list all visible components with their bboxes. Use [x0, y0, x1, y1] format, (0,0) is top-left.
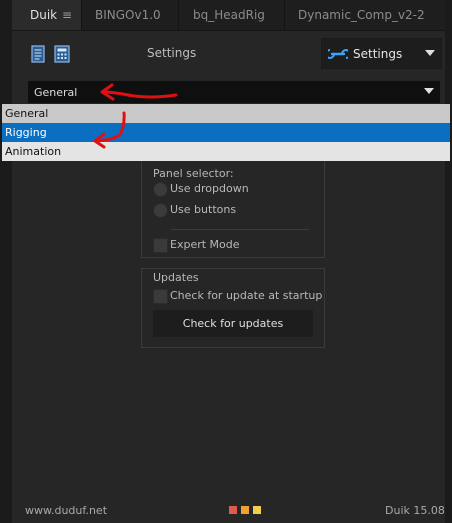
chevron-down-icon: [424, 88, 434, 94]
color-square-yellow: [253, 506, 261, 514]
settings-dropdown[interactable]: Settings: [321, 38, 442, 69]
chevron-down-icon: [425, 50, 435, 56]
check-at-startup-label: Check for update at startup: [170, 289, 323, 302]
tab-label: bq_HeadRig: [193, 8, 265, 22]
tab-headrig[interactable]: bq_HeadRig: [179, 0, 285, 30]
expert-mode-checkbox[interactable]: [153, 238, 168, 253]
check-for-updates-button[interactable]: Check for updates: [153, 310, 313, 337]
color-square-red: [229, 506, 237, 514]
panel-title: Settings: [147, 46, 197, 60]
right-panel-edge: [445, 0, 452, 523]
tab-bingo[interactable]: BINGOv1.0: [82, 0, 179, 30]
color-square-orange: [241, 506, 249, 514]
use-dropdown-radio[interactable]: [153, 182, 168, 197]
updates-group-title: Updates: [151, 271, 201, 284]
panel-selector-label: Panel selector:: [153, 167, 234, 180]
check-at-startup-checkbox[interactable]: [153, 289, 168, 304]
section-dropdown-list: General Rigging Animation: [2, 104, 450, 161]
tab-dynamic-comp[interactable]: Dynamic_Comp_v2-2: [285, 0, 445, 30]
calculator-icon[interactable]: [53, 45, 71, 63]
section-dropdown[interactable]: General: [28, 81, 440, 103]
tab-label: Duik: [30, 8, 58, 22]
footer-url[interactable]: www.duduf.net: [25, 504, 107, 517]
use-buttons-label: Use buttons: [170, 203, 237, 216]
dropdown-option-rigging[interactable]: Rigging: [2, 123, 450, 142]
use-buttons-radio[interactable]: [153, 203, 168, 218]
group-divider: [171, 229, 309, 230]
tab-menu-icon[interactable]: ≡: [62, 0, 72, 31]
dropdown-option-animation[interactable]: Animation: [2, 142, 450, 161]
section-dropdown-value: General: [34, 86, 78, 99]
tab-duik[interactable]: Duik ≡: [12, 0, 82, 30]
dropdown-option-general[interactable]: General: [2, 104, 450, 123]
document-icon[interactable]: [29, 45, 47, 63]
use-dropdown-label: Use dropdown: [170, 182, 249, 195]
expert-mode-label: Expert Mode: [170, 238, 240, 251]
wrench-icon: [328, 49, 348, 59]
tab-label: Dynamic_Comp_v2-2: [298, 8, 425, 22]
tab-label: BINGOv1.0: [95, 8, 161, 22]
settings-dropdown-label: Settings: [353, 47, 403, 61]
footer-version: Duik 15.08: [385, 504, 445, 517]
tab-bar: Duik ≡ BINGOv1.0 bq_HeadRig Dynamic_Comp…: [12, 0, 445, 31]
